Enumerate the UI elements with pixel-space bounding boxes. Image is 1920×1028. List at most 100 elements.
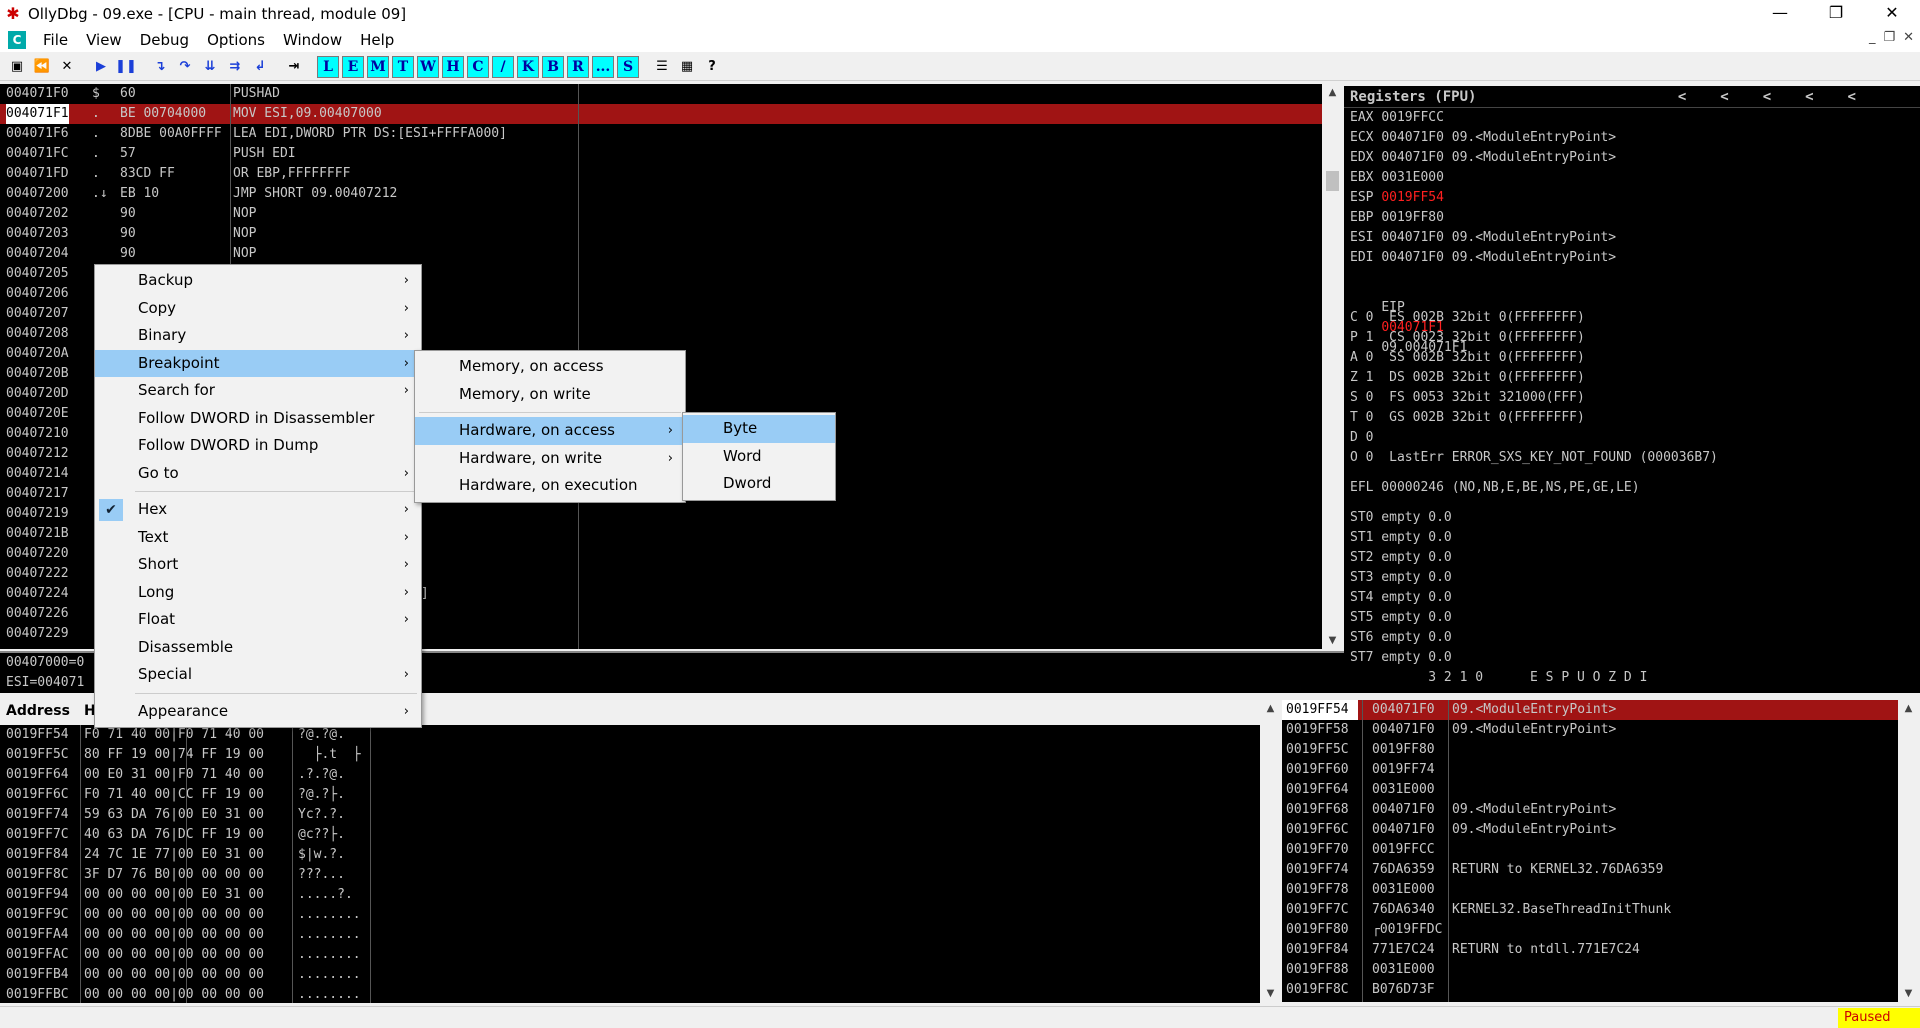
fpu-register-row[interactable]: ST7 empty 0.0	[1344, 648, 1920, 668]
flag-row[interactable]: C 0 ES 002B 32bit 0(FFFFFFFF)	[1344, 308, 1920, 328]
dump-row[interactable]: 0019FF84 24 7C 1E 77|00 E0 31 00 $|w.?.	[0, 845, 1260, 865]
fpu-register-row[interactable]: ST4 empty 0.0	[1344, 588, 1920, 608]
flag-row[interactable]: S 0 FS 0053 32bit 321000(FFF)	[1344, 388, 1920, 408]
menu-item-go-to[interactable]: Go to ›	[95, 460, 421, 488]
dump-row[interactable]: 0019FF94 00 00 00 00|00 E0 31 00.....?.	[0, 885, 1260, 905]
menu-debug[interactable]: Debug	[131, 31, 198, 49]
go-to-icon[interactable]: ⇥	[283, 56, 305, 78]
flag-row[interactable]: A 0 SS 002B 32bit 0(FFFFFFFF)	[1344, 348, 1920, 368]
memory-window-button[interactable]: M	[367, 55, 389, 78]
stack-row[interactable]: 0019FF64 0031E000	[1282, 780, 1898, 800]
menu-view[interactable]: View	[77, 31, 131, 49]
stack-row[interactable]: 0019FF70 0019FFCC	[1282, 840, 1898, 860]
trace-into-icon[interactable]: ⇊	[199, 56, 221, 78]
menu-item-memory-on-access[interactable]: Memory, on access	[415, 353, 685, 381]
menu-item-byte[interactable]: Byte	[683, 415, 835, 443]
close-button[interactable]: ✕	[1864, 0, 1920, 28]
menu-item-special[interactable]: Special ›	[95, 661, 421, 689]
registers-nav-arrows[interactable]: <<<<<	[1678, 86, 1890, 108]
disasm-row[interactable]: 00407202 90 NOP	[0, 204, 1322, 224]
menu-item-hardware-on-access[interactable]: Hardware, on access ›	[415, 417, 685, 445]
handles-window-button[interactable]: H	[442, 55, 464, 78]
pause-icon[interactable]: ❚❚	[115, 56, 137, 78]
menu-item-copy[interactable]: Copy ›	[95, 295, 421, 323]
menu-window[interactable]: Window	[274, 31, 351, 49]
help-button[interactable]: ?	[701, 56, 723, 78]
disassembly-scrollbar[interactable]: ▲ ▼	[1324, 84, 1341, 649]
disasm-row[interactable]: 00407203 90 NOP	[0, 224, 1322, 244]
registers-pane[interactable]: Registers (FPU) <<<<< EAX 0019FFCC ECX 0…	[1344, 86, 1920, 693]
breakpoints-window-button[interactable]: B	[542, 55, 564, 78]
dump-row[interactable]: 0019FF5C 80 FF 19 00|74 FF 19 00 ├.t ├	[0, 745, 1260, 765]
close-program-icon[interactable]: ✕	[56, 56, 78, 78]
stack-row[interactable]: 0019FF88 0031E000	[1282, 960, 1898, 980]
windows-window-button[interactable]: W	[417, 55, 439, 78]
menu-item-breakpoint[interactable]: Breakpoint ›	[95, 349, 421, 377]
register-ebx[interactable]: EBX 0031E000	[1344, 168, 1920, 188]
fpu-register-row[interactable]: ST6 empty 0.0	[1344, 628, 1920, 648]
flag-row[interactable]: T 0 GS 002B 32bit 0(FFFFFFFF)	[1344, 408, 1920, 428]
step-into-icon[interactable]: ↴	[149, 56, 171, 78]
scroll-up-icon[interactable]: ▲	[1900, 700, 1917, 717]
restore-button[interactable]: ❐	[1808, 0, 1864, 28]
run-icon[interactable]: ▶	[90, 56, 112, 78]
minimize-button[interactable]: —	[1752, 0, 1808, 28]
mdi-minimize-button[interactable]: _	[1869, 30, 1876, 45]
menu-item-float[interactable]: Float ›	[95, 606, 421, 634]
menu-item-backup[interactable]: Backup ›	[95, 267, 421, 295]
register-esi[interactable]: ESI 004071F0 09.<ModuleEntryPoint>	[1344, 228, 1920, 248]
cpu-window-icon[interactable]: C	[8, 31, 26, 49]
threads-window-button[interactable]: T	[392, 55, 414, 78]
menu-options[interactable]: Options	[198, 31, 274, 49]
register-eip[interactable]: EIP 004071F1 09.004071F1	[1344, 278, 1920, 355]
step-over-icon[interactable]: ↷	[174, 56, 196, 78]
stack-row[interactable]: 0019FF78 0031E000	[1282, 880, 1898, 900]
dump-row[interactable]: 0019FFA4 00 00 00 00|00 00 00 00........	[0, 925, 1260, 945]
menu-item-text[interactable]: Text ›	[95, 524, 421, 552]
menu-item-short[interactable]: Short ›	[95, 551, 421, 579]
menu-help[interactable]: Help	[351, 31, 403, 49]
menu-item-binary[interactable]: Binary ›	[95, 322, 421, 350]
flag-row[interactable]: Z 1 DS 002B 32bit 0(FFFFFFFF)	[1344, 368, 1920, 388]
references-window-button[interactable]: R	[567, 55, 589, 78]
stack-row[interactable]: 0019FF5C 0019FF80	[1282, 740, 1898, 760]
fpu-register-row[interactable]: ST5 empty 0.0	[1344, 608, 1920, 628]
scroll-down-icon[interactable]: ▼	[1324, 632, 1341, 649]
stack-row[interactable]: 0019FF60 0019FF74	[1282, 760, 1898, 780]
source-window-button[interactable]: S	[617, 55, 639, 78]
dump-pane[interactable]: 0019FF54 F0 71 40 00|F0 71 40 00 ?@.?@. 001…	[0, 725, 1260, 1003]
dump-scrollbar[interactable]: ▲ ▼	[1262, 700, 1279, 1002]
stack-row[interactable]: 0019FF7C 76DA6340 KERNEL32.BaseThreadInitT…	[1282, 900, 1898, 920]
fpu-register-row[interactable]: ST0 empty 0.0	[1344, 508, 1920, 528]
disasm-row[interactable]: 004071FC. 57 PUSH EDI	[0, 144, 1322, 164]
register-edi[interactable]: EDI 004071F0 09.<ModuleEntryPoint>	[1344, 248, 1920, 268]
dump-row[interactable]: 0019FFB4 00 00 00 00|00 00 00 00........	[0, 965, 1260, 985]
menu-item-long[interactable]: Long ›	[95, 579, 421, 607]
scroll-down-icon[interactable]: ▼	[1900, 985, 1917, 1002]
disasm-row[interactable]: 004071FD. 83CD FF OR EBP,FFFFFFFF	[0, 164, 1322, 184]
stack-row[interactable]: 0019FF84 771E7C24 RETURN to ntdll.771E7C24	[1282, 940, 1898, 960]
mdi-close-button[interactable]: ✕	[1903, 30, 1914, 45]
menu-item-search-for[interactable]: Search for ›	[95, 377, 421, 405]
dump-row[interactable]: 0019FF7C 40 63 DA 76|DC FF 19 00 @c??├.	[0, 825, 1260, 845]
disasm-row[interactable]: 00407204 90 NOP	[0, 244, 1322, 264]
disasm-row[interactable]: 004071F1. BE 00704000 MOV ESI,09.00407000	[0, 104, 1322, 124]
flag-row[interactable]: O 0 LastErr ERROR_SXS_KEY_NOT_FOUND (000…	[1344, 448, 1920, 468]
stack-row[interactable]: 0019FF6C 004071F0 09.<ModuleEntryPoint>	[1282, 820, 1898, 840]
scroll-up-icon[interactable]: ▲	[1324, 84, 1341, 101]
options-icon[interactable]: ▦	[676, 56, 698, 78]
menu-item-follow-dword-in-dump[interactable]: Follow DWORD in Dump	[95, 432, 421, 460]
call-stack-window-button[interactable]: K	[517, 55, 539, 78]
stack-row[interactable]: 0019FF8C B076D73F	[1282, 980, 1898, 1000]
scroll-up-icon[interactable]: ▲	[1262, 700, 1279, 717]
dump-row[interactable]: 0019FF8C 3F D7 76 B0|00 00 00 00???...	[0, 865, 1260, 885]
menu-item-follow-dword-in-disassembler[interactable]: Follow DWORD in Disassembler	[95, 405, 421, 433]
menu-item-hex[interactable]: ✔ Hex ›	[95, 496, 421, 524]
column-address[interactable]: Address	[0, 703, 82, 719]
register-ecx[interactable]: ECX 004071F0 09.<ModuleEntryPoint>	[1344, 128, 1920, 148]
register-eax[interactable]: EAX 0019FFCC	[1344, 108, 1920, 128]
flag-row[interactable]: P 1 CS 0023 32bit 0(FFFFFFFF)	[1344, 328, 1920, 348]
stack-row[interactable]: 0019FF54 004071F0 09.<ModuleEntryPoint>	[1282, 700, 1898, 720]
register-ebp[interactable]: EBP 0019FF80	[1344, 208, 1920, 228]
disasm-row[interactable]: 00407200 .↓ EB 10 JMP SHORT 09.00407212	[0, 184, 1322, 204]
